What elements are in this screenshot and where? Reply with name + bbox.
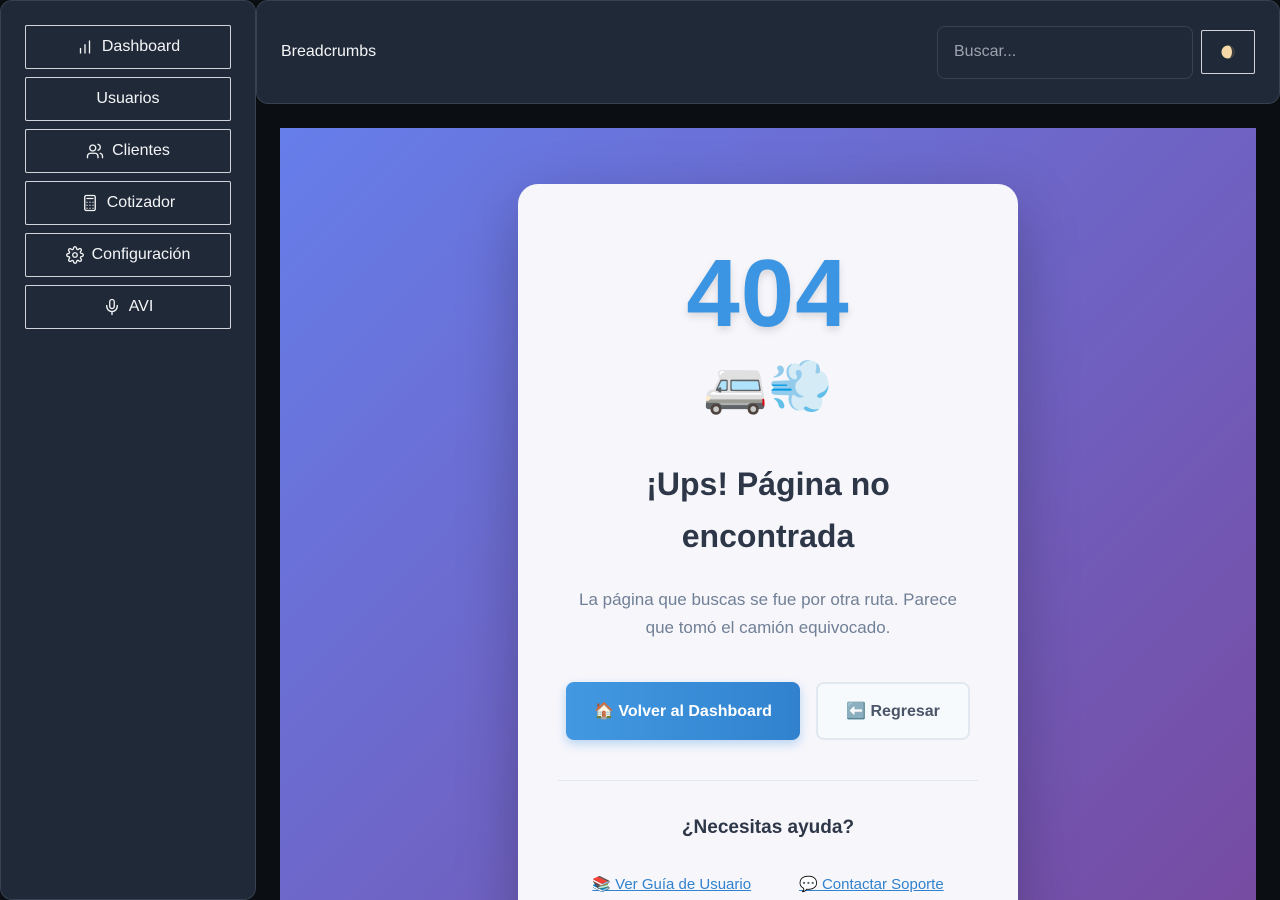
help-links: 📚 Ver Guía de Usuario 💬 Contactar Soport… [518, 875, 1018, 893]
search-input[interactable] [937, 25, 1193, 79]
go-back-button[interactable]: ⬅️ Regresar [816, 682, 970, 740]
user-guide-label: Ver Guía de Usuario [615, 876, 752, 893]
books-icon: 📚 [592, 876, 611, 893]
sidebar: Dashboard Usuarios Clientes Cotizador Co… [0, 0, 256, 900]
sidebar-item-label: Usuarios [96, 90, 160, 107]
sidebar-item-label: Cotizador [106, 194, 176, 211]
theme-toggle-button[interactable] [1201, 30, 1255, 74]
calculator-icon [83, 194, 96, 212]
sidebar-item-cotizador[interactable]: Cotizador [25, 181, 231, 225]
sidebar-item-avi[interactable]: AVI [25, 285, 231, 329]
action-buttons: 🏠 Volver al Dashboard ⬅️ Regresar [518, 682, 1018, 740]
sidebar-item-dashboard[interactable]: Dashboard [25, 25, 231, 69]
page-title: ¡Ups! Página no encontrada [646, 466, 890, 554]
van-emoji-icon: 🚐💨 [703, 358, 833, 416]
half-moon-icon [1221, 45, 1235, 59]
main-content: 404 🚐💨 ¡Ups! Página no encontrada La pág… [280, 128, 1256, 900]
speech-bubble-icon: 💬 [799, 876, 818, 893]
divider [558, 780, 978, 781]
error-code: 404 [686, 240, 850, 347]
users-icon [86, 143, 104, 159]
error-description: La página que buscas se fue por otra rut… [578, 590, 958, 637]
top-header: Breadcrumbs [256, 0, 1280, 104]
sidebar-item-label: Clientes [112, 142, 170, 159]
sidebar-item-label: Configuración [91, 246, 191, 263]
gear-icon [65, 246, 84, 264]
help-title: ¿Necesitas ayuda? [681, 817, 855, 838]
contact-support-link[interactable]: 💬 Contactar Soporte [799, 875, 944, 893]
sidebar-item-label: AVI [128, 298, 154, 315]
error-card: 404 🚐💨 ¡Ups! Página no encontrada La pág… [518, 184, 1018, 900]
back-to-dashboard-button[interactable]: 🏠 Volver al Dashboard [566, 682, 800, 740]
sidebar-item-label: Dashboard [101, 38, 181, 55]
user-guide-link[interactable]: 📚 Ver Guía de Usuario [592, 875, 751, 893]
microphone-icon [105, 298, 118, 316]
sidebar-item-clientes[interactable]: Clientes [25, 129, 231, 173]
sidebar-item-usuarios[interactable]: Usuarios [25, 77, 231, 121]
bar-chart-icon [79, 40, 91, 54]
breadcrumb: Breadcrumbs [281, 43, 377, 60]
contact-support-label: Contactar Soporte [821, 876, 944, 893]
sidebar-item-configuracion[interactable]: Configuración [25, 233, 231, 277]
